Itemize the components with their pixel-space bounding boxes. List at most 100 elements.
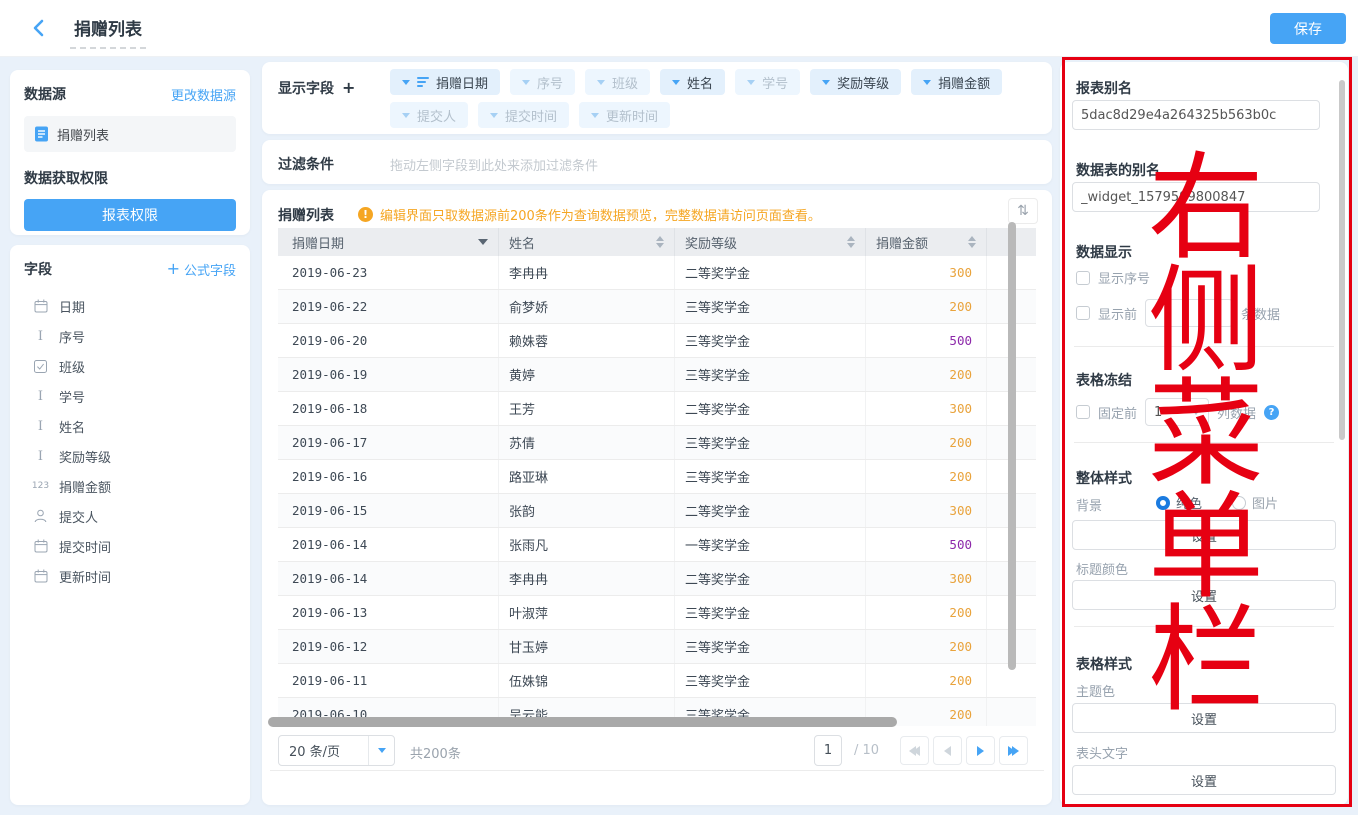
show-index-checkbox[interactable] [1076, 271, 1090, 285]
total-count: 共200条 [410, 743, 461, 762]
chip-label: 姓名 [687, 73, 713, 92]
column-header[interactable]: 捐赠日期 [278, 228, 499, 256]
freeze-count-select[interactable]: 1 [1145, 398, 1209, 426]
solid-color-option[interactable]: 纯色 [1156, 493, 1202, 512]
cell-level: 三等奖学金 [675, 426, 866, 459]
display-field-chip[interactable]: 捐赠日期 [390, 69, 500, 95]
display-field-chip[interactable]: 提交时间 [478, 102, 569, 128]
page-number-input[interactable] [814, 735, 842, 766]
data-display-title: 数据显示 [1076, 242, 1132, 262]
field-item[interactable]: 123捐赠金额 [24, 471, 236, 501]
cell-date: 2019-06-22 [278, 290, 499, 323]
sort-order-button[interactable]: ⇅ [1008, 198, 1038, 224]
display-field-chip[interactable]: 更新时间 [579, 102, 670, 128]
sort-toggle-icon [656, 236, 664, 248]
display-fields-label: 显示字段 + [278, 78, 355, 98]
field-item[interactable]: 日期 [24, 291, 236, 321]
chevron-down-icon [591, 113, 599, 118]
data-table: 捐赠日期姓名奖励等级捐赠金额 2019-06-23李冉冉二等奖学金3002019… [278, 228, 1036, 726]
warning-icon: ! [358, 207, 373, 222]
cell-date: 2019-06-20 [278, 324, 499, 357]
calendar-icon [32, 539, 49, 553]
column-label: 奖励等级 [685, 233, 737, 252]
cell-name: 路亚琳 [499, 460, 675, 493]
horizontal-scrollbar[interactable] [268, 717, 897, 727]
display-field-chip[interactable]: 姓名 [660, 69, 725, 95]
report-permission-button[interactable]: 报表权限 [24, 199, 236, 231]
field-label: 班级 [59, 357, 85, 376]
background-set-button[interactable]: 设置 [1072, 520, 1336, 550]
datasource-item[interactable]: 捐赠列表 [24, 116, 236, 152]
cell-date: 2019-06-17 [278, 426, 499, 459]
field-item[interactable]: 提交时间 [24, 531, 236, 561]
fields-card: 字段 + 公式字段 日期I序号班级I学号I姓名I奖励等级123捐赠金额提交人提交… [10, 245, 250, 805]
field-item[interactable]: I奖励等级 [24, 441, 236, 471]
cell-date: 2019-06-19 [278, 358, 499, 391]
table-alias-input[interactable] [1072, 182, 1320, 212]
field-item[interactable]: 班级 [24, 351, 236, 381]
column-header[interactable]: 奖励等级 [675, 228, 866, 256]
panel-scrollbar[interactable] [1339, 80, 1345, 440]
field-label: 提交时间 [59, 537, 111, 556]
field-item[interactable]: I序号 [24, 321, 236, 351]
title-color-set-button[interactable]: 设置 [1072, 580, 1336, 610]
display-field-chip[interactable]: 捐赠金额 [911, 69, 1002, 95]
table-alias-label: 数据表的别名 [1076, 160, 1160, 180]
theme-color-set-button[interactable]: 设置 [1072, 703, 1336, 733]
column-header[interactable]: 姓名 [499, 228, 675, 256]
chip-label: 学号 [762, 73, 788, 92]
display-field-chip[interactable]: 班级 [585, 69, 650, 95]
freeze-checkbox[interactable] [1076, 405, 1090, 419]
display-field-chip[interactable]: 学号 [735, 69, 800, 95]
radio-unselected-icon [1232, 496, 1246, 510]
table-row: 2019-06-13叶淑萍三等奖学金200 [278, 596, 1036, 630]
cell-level: 三等奖学金 [675, 324, 866, 357]
header-text-set-button[interactable]: 设置 [1072, 765, 1336, 795]
datasource-title: 数据源 [24, 84, 66, 104]
chevron-down-icon [490, 113, 498, 118]
last-page-button[interactable] [999, 736, 1028, 765]
field-item[interactable]: I学号 [24, 381, 236, 411]
freeze-title: 表格冻结 [1076, 370, 1132, 390]
prev-page-button[interactable] [933, 736, 962, 765]
next-page-button[interactable] [966, 736, 995, 765]
page-size-select[interactable]: 20 条/页 [278, 735, 395, 766]
help-icon[interactable]: ? [1264, 405, 1279, 420]
cell-date: 2019-06-18 [278, 392, 499, 425]
filter-dropzone[interactable]: 拖动左侧字段到此处来添加过滤条件 [390, 155, 598, 174]
chevron-down-icon [822, 80, 830, 85]
freeze-suffix: 列数据 [1217, 403, 1256, 422]
show-first-checkbox[interactable] [1076, 306, 1090, 320]
solid-color-label: 纯色 [1176, 493, 1202, 512]
report-alias-input[interactable] [1072, 100, 1320, 130]
display-field-chip[interactable]: 提交人 [390, 102, 468, 128]
table-title: 捐赠列表 [278, 205, 334, 225]
image-option[interactable]: 图片 [1232, 493, 1278, 512]
field-item[interactable]: 提交人 [24, 501, 236, 531]
settings-panel: 报表别名 数据表的别名 数据显示 显示序号 显示前 条数据 表格冻结 固定前 1… [1060, 62, 1348, 805]
table-row: 2019-06-17苏倩三等奖学金200 [278, 426, 1036, 460]
field-label: 日期 [59, 297, 85, 316]
first-page-button[interactable] [900, 736, 929, 765]
cell-date: 2019-06-16 [278, 460, 499, 493]
text-icon: I [32, 419, 49, 434]
display-field-chip[interactable]: 奖励等级 [810, 69, 901, 95]
formula-field-link[interactable]: + 公式字段 [167, 260, 236, 279]
show-first-count-input[interactable] [1145, 299, 1233, 327]
vertical-scrollbar[interactable] [1008, 222, 1016, 670]
cell-name: 赖姝蓉 [499, 324, 675, 357]
field-item[interactable]: 更新时间 [24, 561, 236, 591]
column-header[interactable]: 捐赠金额 [866, 228, 987, 256]
back-button[interactable] [30, 18, 50, 38]
field-label: 奖励等级 [59, 447, 111, 466]
table-row: 2019-06-18王芳二等奖学金300 [278, 392, 1036, 426]
add-field-icon[interactable]: + [342, 80, 355, 96]
save-button[interactable]: 保存 [1270, 13, 1346, 44]
background-label: 背景 [1076, 495, 1102, 514]
pagination-bar: 20 条/页 共200条 / 10 [262, 735, 1052, 767]
change-datasource-link[interactable]: 更改数据源 [171, 85, 236, 104]
display-field-chip[interactable]: 序号 [510, 69, 575, 95]
cell-name: 俞梦娇 [499, 290, 675, 323]
sort-toggle-icon [968, 236, 976, 248]
field-item[interactable]: I姓名 [24, 411, 236, 441]
